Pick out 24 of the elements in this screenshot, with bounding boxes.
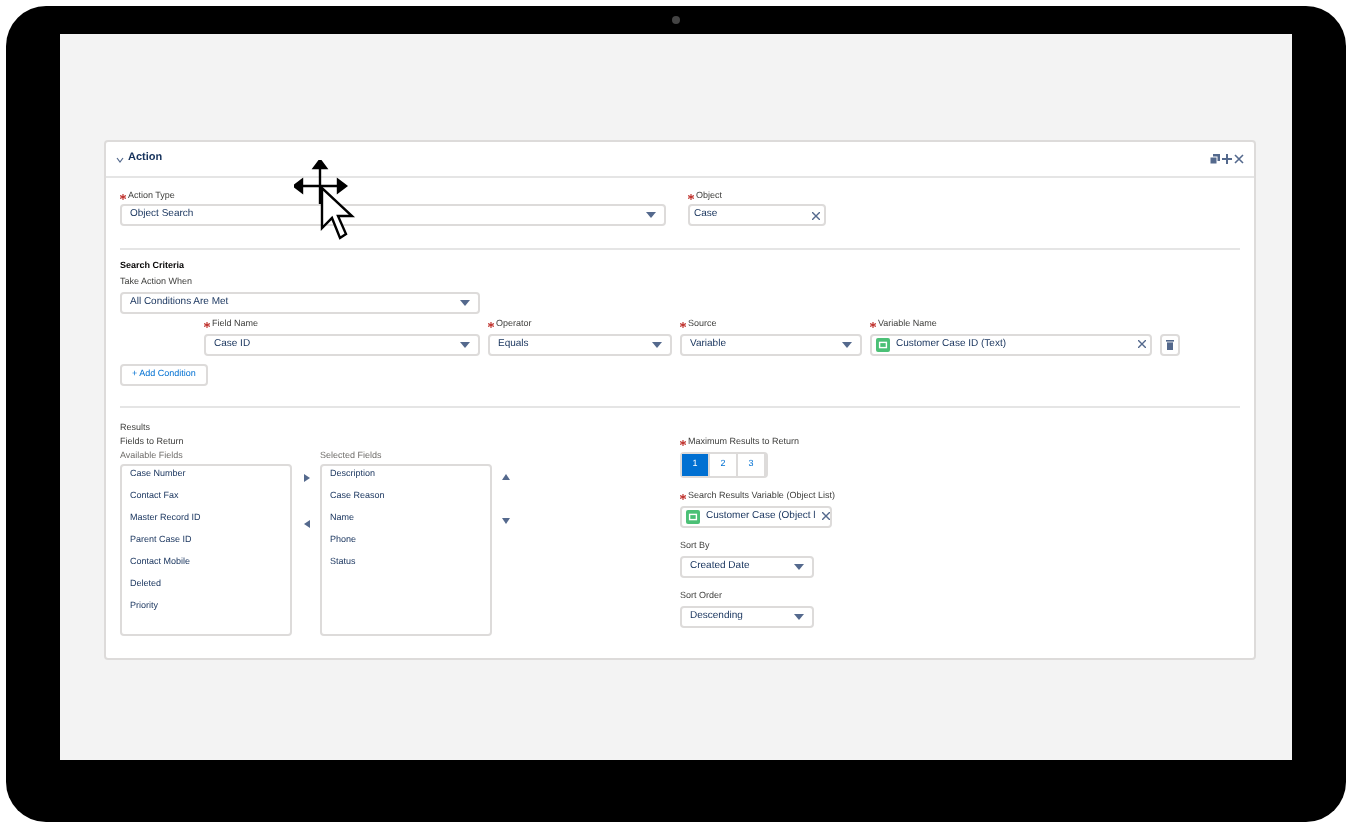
move-up-icon[interactable]: [502, 473, 510, 479]
caret-icon: [652, 341, 662, 347]
caret-icon: [794, 613, 804, 619]
variable-icon: [686, 509, 700, 523]
caret-icon: [794, 563, 804, 569]
trash-icon: [1166, 339, 1174, 349]
caret-icon: [460, 299, 470, 305]
clear-icon[interactable]: [1138, 340, 1146, 348]
move-down-icon[interactable]: [502, 517, 510, 523]
clear-icon[interactable]: [812, 211, 820, 219]
variable-icon: [876, 337, 890, 351]
delete-button[interactable]: [1160, 333, 1180, 355]
move-left-icon[interactable]: [303, 519, 309, 527]
move-icon[interactable]: [1222, 154, 1232, 164]
caret-icon: [646, 212, 656, 218]
move-right-icon[interactable]: [303, 473, 309, 481]
chevron-icon[interactable]: [116, 155, 124, 163]
camera-icon: [672, 16, 680, 24]
close-icon[interactable]: [1234, 154, 1244, 164]
move-cursor-drawing: [294, 160, 358, 246]
clear-icon[interactable]: [821, 512, 830, 520]
caret-icon: [460, 341, 470, 347]
copy-icon[interactable]: [1210, 154, 1220, 164]
caret-icon: [842, 341, 852, 347]
